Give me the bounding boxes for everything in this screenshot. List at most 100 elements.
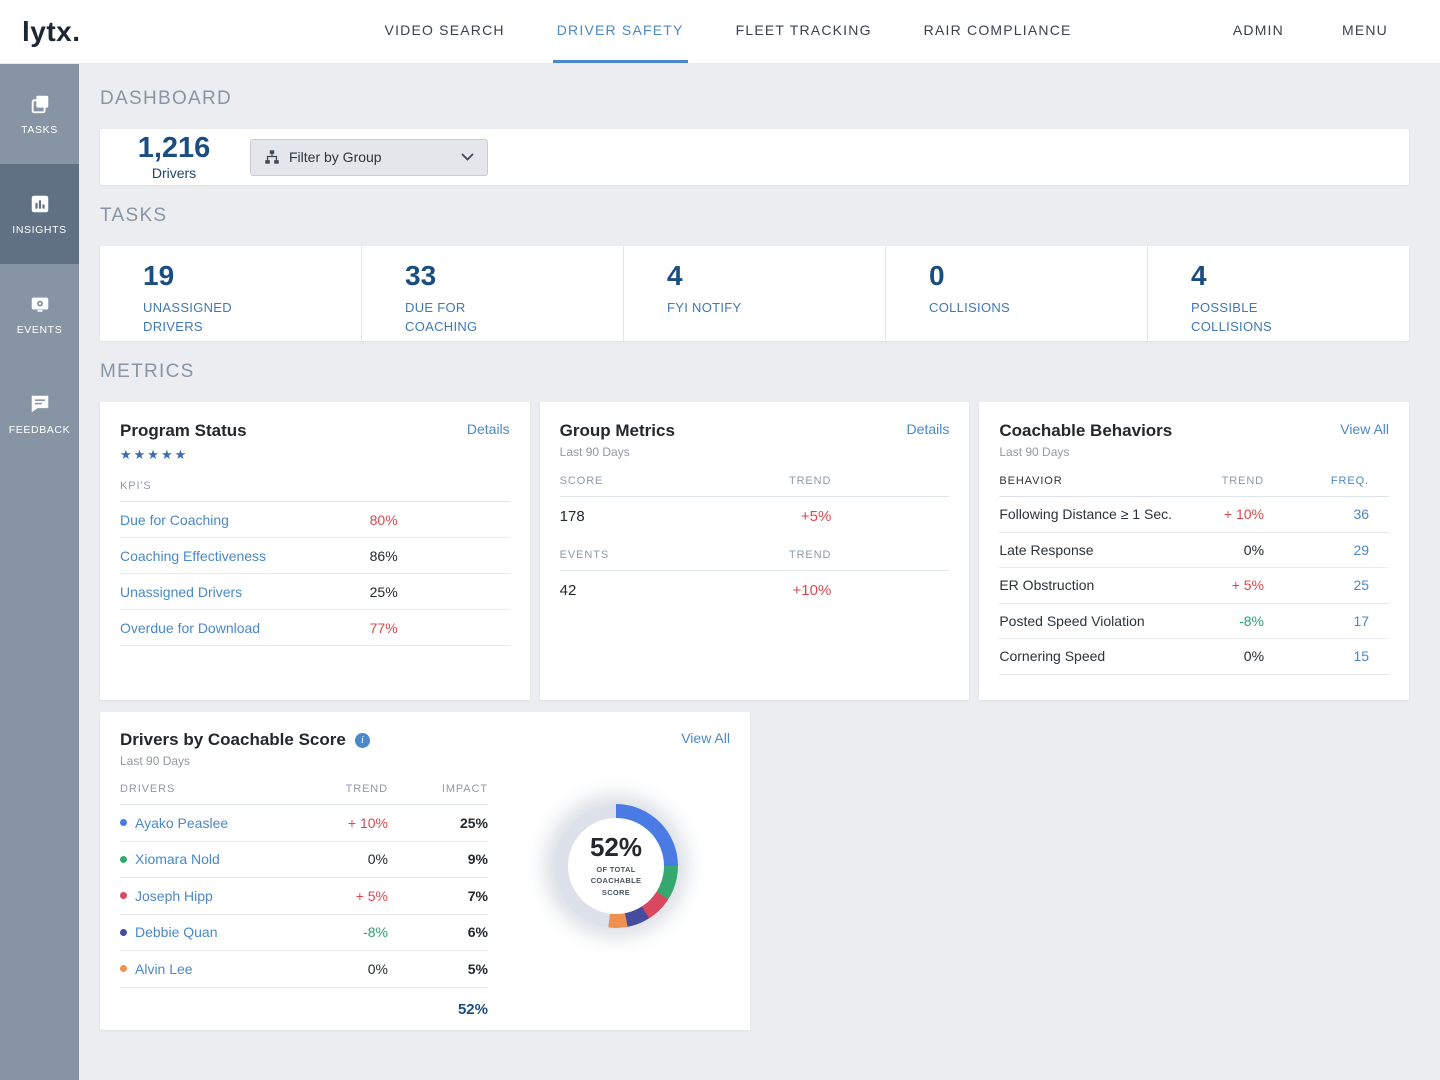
events-trend-value: +10% (701, 582, 831, 599)
trend-header: TREND (313, 783, 388, 795)
stat-label: POSSIBLE COLLISIONS (1191, 298, 1311, 337)
driver-link[interactable]: Joseph Hipp (120, 888, 313, 904)
behavior-trend: + 5% (1179, 577, 1264, 593)
kpi-link[interactable]: Coaching Effectiveness (120, 548, 338, 564)
kpi-link[interactable]: Due for Coaching (120, 512, 338, 528)
stat-label: UNASSIGNED DRIVERS (143, 298, 263, 337)
nav-right-group: ADMIN MENU (1179, 0, 1392, 63)
driver-count-label: Drivers (114, 166, 234, 180)
behavior-freq[interactable]: 36 (1264, 506, 1389, 522)
view-all-link[interactable]: View All (1340, 421, 1389, 437)
nav-driver-safety[interactable]: DRIVER SAFETY (553, 0, 688, 63)
score-trend-value: +5% (701, 508, 831, 525)
behavior-freq[interactable]: 25 (1264, 577, 1389, 593)
group-metrics-card: Group Metrics Last 90 Days Details SCORE… (540, 402, 970, 700)
behavior-trend: + 10% (1179, 506, 1264, 522)
details-link[interactable]: Details (467, 421, 510, 437)
card-title: Drivers by Coachable Score (120, 730, 346, 750)
nav-video-search[interactable]: VIDEO SEARCH (381, 0, 509, 63)
coachable-score-donut: 52% OF TOTAL COACHABLE SCORE (554, 804, 678, 928)
card-title: Coachable Behaviors (999, 421, 1172, 441)
behavior-trend: -8% (1179, 613, 1264, 629)
tasks-icon (29, 93, 51, 115)
sidebar-item-label: INSIGHTS (12, 224, 66, 236)
drivers-header: DRIVERS (120, 783, 313, 795)
impact-header: IMPACT (388, 783, 488, 795)
events-icon (29, 293, 51, 315)
details-link[interactable]: Details (907, 421, 950, 437)
card-subtitle: Last 90 Days (560, 445, 675, 459)
tasks-heading: TASKS (100, 205, 1409, 227)
impact-total: 52% (120, 988, 488, 1018)
driver-link[interactable]: Alvin Lee (120, 961, 313, 977)
nav-fleet-tracking[interactable]: FLEET TRACKING (732, 0, 876, 63)
nav-menu[interactable]: MENU (1338, 0, 1392, 63)
sidebar-item-feedback[interactable]: FEEDBACK (0, 364, 79, 464)
behavior-freq[interactable]: 17 (1264, 613, 1389, 629)
kpi-link[interactable]: Unassigned Drivers (120, 584, 338, 600)
driver-color-dot (120, 892, 127, 899)
info-icon[interactable]: i (355, 733, 370, 748)
stat-label: COLLISIONS (929, 298, 1049, 318)
metrics-row: Program Status ★★★★★ Details KPI'S Due f… (100, 402, 1409, 700)
sidebar-item-label: FEEDBACK (9, 424, 70, 436)
tasks-stats-card: 19 UNASSIGNED DRIVERS 33 DUE FOR COACHIN… (100, 246, 1409, 341)
behavior-row: Late Response 0% 29 (999, 533, 1389, 569)
stat-unassigned-drivers[interactable]: 19 UNASSIGNED DRIVERS (100, 246, 361, 341)
stat-due-for-coaching[interactable]: 33 DUE FOR COACHING (361, 246, 623, 341)
freq-header: FREQ. (1264, 475, 1389, 487)
drivers-by-coachable-score-card: Drivers by Coachable Score i Last 90 Day… (100, 712, 750, 1030)
driver-row: Ayako Peaslee + 10% 25% (120, 805, 488, 842)
stat-collisions[interactable]: 0 COLLISIONS (885, 246, 1147, 341)
kpi-row: Overdue for Download 77% (120, 610, 510, 646)
donut-center: 52% OF TOTAL COACHABLE SCORE (568, 818, 664, 914)
events-value: 42 (560, 582, 702, 599)
card-title: Program Status (120, 421, 247, 441)
driver-row: Joseph Hipp + 5% 7% (120, 878, 488, 915)
sidebar-item-tasks[interactable]: TASKS (0, 64, 79, 164)
view-all-link[interactable]: View All (681, 730, 730, 746)
driver-link[interactable]: Debbie Quan (120, 924, 313, 940)
stat-value: 4 (1191, 261, 1409, 292)
behavior-name: Late Response (999, 542, 1179, 558)
driver-trend: -8% (313, 924, 388, 940)
driver-link[interactable]: Xiomara Nold (120, 851, 313, 867)
kpi-row: Coaching Effectiveness 86% (120, 538, 510, 574)
stat-fyi-notify[interactable]: 4 FYI NOTIFY (623, 246, 885, 341)
driver-row: Xiomara Nold 0% 9% (120, 842, 488, 879)
stat-possible-collisions[interactable]: 4 POSSIBLE COLLISIONS (1147, 246, 1409, 341)
driver-link[interactable]: Ayako Peaslee (120, 815, 313, 831)
driver-name: Joseph Hipp (135, 888, 213, 904)
stat-label: DUE FOR COACHING (405, 298, 525, 337)
behavior-name: Cornering Speed (999, 648, 1179, 664)
driver-impact: 9% (388, 851, 488, 867)
driver-name: Debbie Quan (135, 924, 218, 940)
driver-trend: 0% (313, 851, 388, 867)
driver-color-dot (120, 819, 127, 826)
nav-admin[interactable]: ADMIN (1229, 0, 1288, 63)
behavior-trend: 0% (1179, 542, 1264, 558)
nav-rair-compliance[interactable]: RAIR COMPLIANCE (920, 0, 1076, 63)
behavior-freq[interactable]: 29 (1264, 542, 1389, 558)
donut-center-label: OF TOTAL COACHABLE SCORE (583, 864, 649, 898)
sidebar-item-events[interactable]: EVENTS (0, 264, 79, 364)
kpi-value: 80% (338, 512, 398, 528)
driver-name: Xiomara Nold (135, 851, 220, 867)
trend-header: TREND (701, 475, 831, 487)
behavior-freq[interactable]: 15 (1264, 648, 1389, 664)
chevron-down-icon (461, 153, 474, 162)
kpi-link[interactable]: Overdue for Download (120, 620, 338, 636)
trend-header: TREND (701, 549, 831, 561)
driver-trend: + 10% (313, 815, 388, 831)
driver-impact: 7% (388, 888, 488, 904)
driver-impact: 6% (388, 924, 488, 940)
kpi-value: 77% (338, 620, 398, 636)
driver-impact: 25% (388, 815, 488, 831)
driver-name: Alvin Lee (135, 961, 193, 977)
donut-center-value: 52% (590, 834, 642, 860)
driver-count-block: 1,216 Drivers (114, 134, 234, 180)
filter-label: Filter by Group (289, 149, 382, 165)
filter-by-group-dropdown[interactable]: Filter by Group (250, 139, 488, 176)
stat-value: 19 (143, 261, 361, 292)
sidebar-item-insights[interactable]: INSIGHTS (0, 164, 79, 264)
